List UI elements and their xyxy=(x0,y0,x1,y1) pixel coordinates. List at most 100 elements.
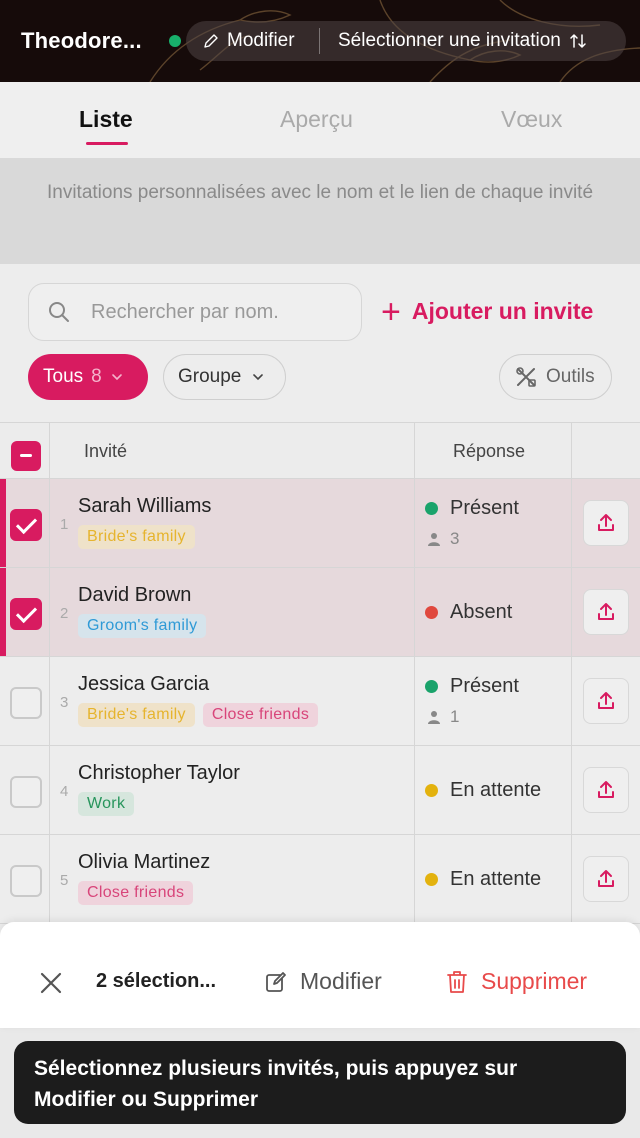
row-index: 4 xyxy=(60,783,69,800)
status-dot xyxy=(425,784,438,797)
status-dot xyxy=(425,606,438,619)
share-button[interactable] xyxy=(583,678,629,724)
share-upload-icon xyxy=(598,603,614,620)
tab-apercu[interactable]: Aperçu xyxy=(280,106,353,133)
filter-all-label: Tous xyxy=(43,366,84,387)
share-button[interactable] xyxy=(583,856,629,902)
column-divider xyxy=(571,423,572,942)
active-tab-indicator xyxy=(86,142,128,145)
selected-row-indicator xyxy=(0,568,6,656)
column-divider xyxy=(414,423,415,942)
plus-icon: + xyxy=(381,292,401,331)
header-actions: Modifier Sélectionner une invitation xyxy=(186,21,626,61)
response-status: Présent xyxy=(425,675,519,698)
guest-tags: Bride's family xyxy=(78,525,195,549)
guest-name: Olivia Martinez xyxy=(78,851,211,873)
status-label: Absent xyxy=(450,601,513,623)
toast-line-2: Modifier ou Supprimer xyxy=(34,1088,259,1111)
response-status: En attente xyxy=(425,868,541,891)
share-upload-icon xyxy=(598,514,614,531)
status-label: Présent xyxy=(450,675,519,697)
guest-count: 3 xyxy=(426,529,459,549)
status-label: En attente xyxy=(450,779,542,801)
group-tag: Bride's family xyxy=(78,525,195,549)
status-dot xyxy=(425,873,438,886)
chevron-down-icon xyxy=(253,374,264,381)
close-icon xyxy=(40,972,62,994)
table-row[interactable]: 1 Sarah Williams Bride's family Présent 3 xyxy=(0,479,640,568)
pencil-icon xyxy=(204,34,218,48)
table-row[interactable]: 3 Jessica Garcia Bride's family Close frien… xyxy=(0,657,640,746)
guest-name: Sarah Williams xyxy=(78,495,212,517)
table-row[interactable]: 5 Olivia Martinez Close friends En attente xyxy=(0,835,640,924)
guest-table: Invité Réponse 1 Sarah Williams Bride's fa… xyxy=(0,422,640,942)
header-edit-button[interactable]: Modifier xyxy=(186,30,319,52)
bulk-delete-button[interactable]: Supprimer xyxy=(445,968,587,995)
status-dot xyxy=(425,680,438,693)
filter-all-count: 8 xyxy=(91,366,102,387)
status-label: En attente xyxy=(450,868,542,890)
person-icon xyxy=(428,533,440,546)
trash-icon xyxy=(447,970,467,993)
response-status: Présent xyxy=(425,497,519,520)
tools-button[interactable]: Outils xyxy=(499,354,612,400)
row-index: 5 xyxy=(60,872,69,889)
group-tag: Work xyxy=(78,792,135,816)
column-header-guest: Invité xyxy=(84,441,128,461)
share-upload-icon xyxy=(598,692,614,709)
select-invitation-label: Sélectionner une invitation xyxy=(338,30,561,51)
group-tag: Close friends xyxy=(202,703,319,727)
share-upload-icon xyxy=(598,781,614,798)
row-checkbox[interactable] xyxy=(10,509,42,541)
tab-voeux[interactable]: Vœux xyxy=(501,106,562,133)
select-invitation-button[interactable]: Sélectionner une invitation xyxy=(320,30,587,52)
row-checkbox[interactable] xyxy=(10,598,42,630)
search-input[interactable]: Rechercher par nom. xyxy=(28,283,362,341)
row-checkbox[interactable] xyxy=(10,687,42,719)
header-edit-label: Modifier xyxy=(227,30,295,51)
guest-tags: Groom's family xyxy=(78,614,207,638)
edit-icon xyxy=(266,971,286,992)
share-button[interactable] xyxy=(583,767,629,813)
row-checkbox[interactable] xyxy=(10,776,42,808)
status-label: Présent xyxy=(450,497,519,519)
tools-icon xyxy=(516,367,536,387)
group-tag: Groom's family xyxy=(78,614,207,638)
clear-selection-button[interactable] xyxy=(38,970,64,1001)
share-button[interactable] xyxy=(583,589,629,635)
selection-count: 2 sélection... xyxy=(96,970,217,992)
bulk-edit-button[interactable]: Modifier xyxy=(264,968,382,995)
filter-group-label: Groupe xyxy=(178,366,242,387)
guest-tags: Bride's family Close friends xyxy=(78,703,319,727)
share-upload-icon xyxy=(598,870,614,887)
filter-group-dropdown[interactable]: Groupe xyxy=(163,354,286,400)
table-row[interactable]: 2 David Brown Groom's family Absent xyxy=(0,568,640,657)
response-status: Absent xyxy=(425,601,512,624)
tab-bar: Liste Aperçu Vœux xyxy=(0,82,640,158)
column-header-response: Réponse xyxy=(453,441,526,461)
status-dot xyxy=(425,502,438,515)
tab-description: Invitations personnalisées avec le nom e… xyxy=(0,158,640,264)
chevron-down-icon xyxy=(111,374,122,381)
select-all-checkbox[interactable] xyxy=(11,441,41,471)
selection-action-bar: 2 sélection... Modifier Supprimer xyxy=(0,922,640,1028)
guest-name: Jessica Garcia xyxy=(78,673,210,695)
bulk-delete-label: Supprimer xyxy=(481,968,588,994)
add-guest-button[interactable]: + Ajouter un invite xyxy=(381,292,594,331)
tab-liste[interactable]: Liste xyxy=(79,106,133,133)
response-status: En attente xyxy=(425,779,541,802)
row-index: 1 xyxy=(60,516,69,533)
add-guest-label: Ajouter un invite xyxy=(411,298,594,324)
guest-name: David Brown xyxy=(78,584,192,606)
share-button[interactable] xyxy=(583,500,629,546)
invitation-title[interactable]: Theodore... xyxy=(21,28,142,54)
tools-label: Outils xyxy=(546,366,595,387)
search-icon xyxy=(49,302,69,322)
guest-tags: Close friends xyxy=(78,881,194,905)
filter-all-dropdown[interactable]: Tous 8 xyxy=(28,354,148,400)
guest-tags: Work xyxy=(78,792,135,816)
row-checkbox[interactable] xyxy=(10,865,42,897)
table-row[interactable]: 4 Christopher Taylor Work En attente xyxy=(0,746,640,835)
guest-count-value: 3 xyxy=(450,529,460,548)
row-index: 2 xyxy=(60,605,69,622)
